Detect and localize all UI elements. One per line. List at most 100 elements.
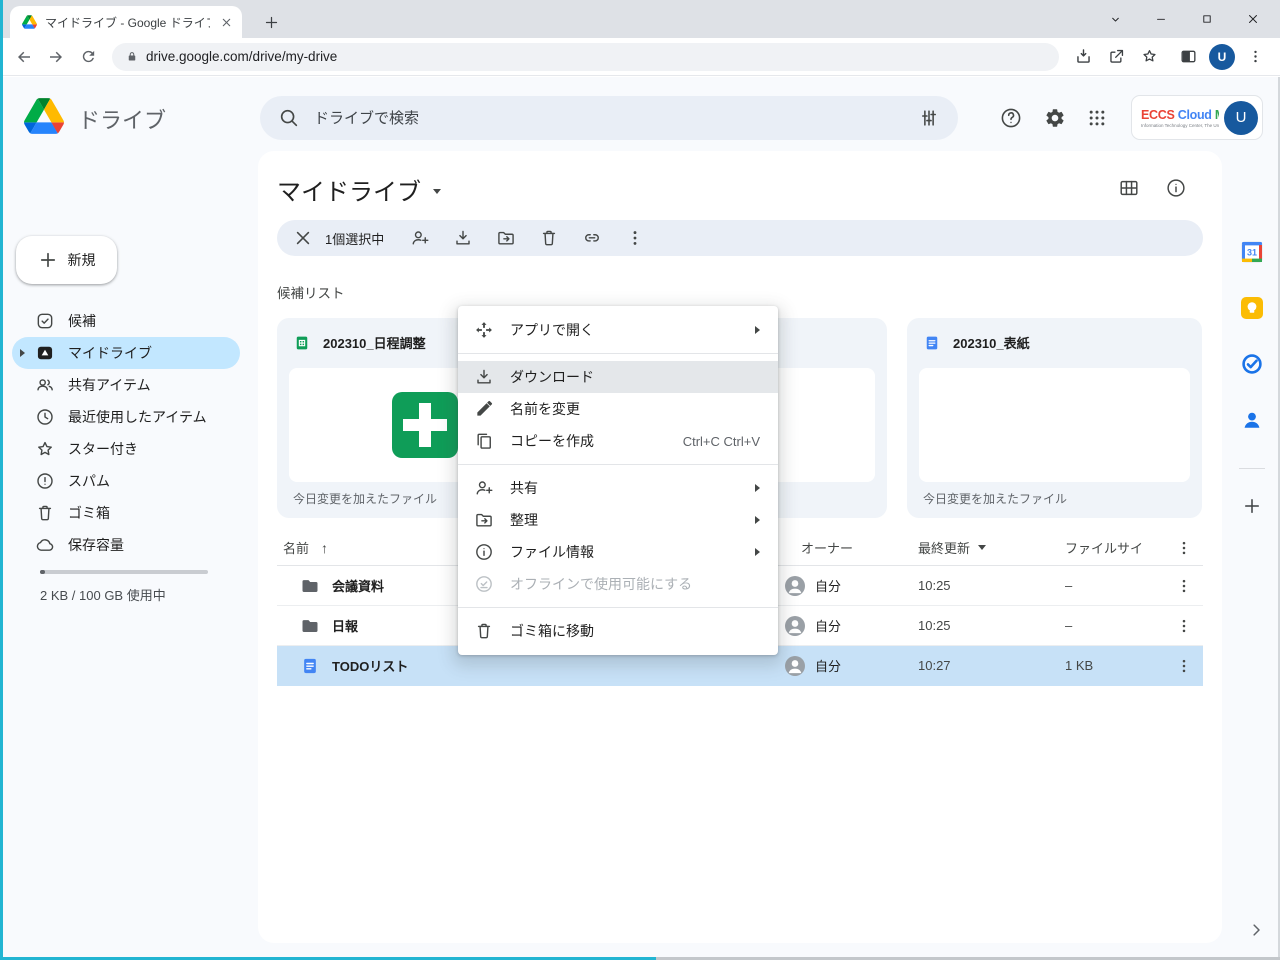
contacts-icon[interactable]: [1240, 408, 1264, 432]
move-to-folder-icon[interactable]: [484, 220, 527, 256]
column-header-owner[interactable]: オーナー: [785, 538, 918, 557]
trash-icon: [474, 621, 494, 641]
save-page-icon[interactable]: [1067, 41, 1100, 73]
grid-view-toggle-icon[interactable]: [1116, 175, 1142, 201]
back-button[interactable]: [8, 41, 40, 73]
menu-item-rename[interactable]: 名前を変更: [458, 393, 778, 425]
search-input[interactable]: [314, 110, 904, 127]
details-info-icon[interactable]: [1163, 175, 1189, 201]
copy-link-icon[interactable]: [570, 220, 613, 256]
account-avatar[interactable]: U: [1224, 101, 1258, 135]
new-tab-button[interactable]: [258, 9, 284, 35]
menu-item-open-with[interactable]: アプリで開く: [458, 314, 778, 346]
sidebar-item-shared[interactable]: 共有アイテム: [12, 369, 240, 401]
menu-item-make-copy[interactable]: コピーを作成 Ctrl+C Ctrl+V: [458, 425, 778, 457]
svg-text:31: 31: [1247, 248, 1257, 258]
sidebar-item-my-drive[interactable]: マイドライブ: [12, 337, 240, 369]
modified-time: 10:25: [918, 618, 1065, 633]
share-icon[interactable]: [1100, 41, 1133, 73]
drive-logo-icon[interactable]: [24, 98, 64, 134]
file-size: 1 KB: [1065, 658, 1165, 673]
reload-button[interactable]: [72, 41, 104, 73]
menu-item-share[interactable]: 共有: [458, 472, 778, 504]
browser-profile-avatar[interactable]: U: [1209, 44, 1235, 70]
spam-icon: [35, 471, 55, 491]
trash-icon: [35, 503, 55, 523]
more-actions-icon[interactable]: [613, 220, 656, 256]
expand-caret-icon[interactable]: [20, 349, 25, 357]
sidebar-item-suggested[interactable]: 候補: [12, 305, 240, 337]
menu-divider: [458, 464, 778, 465]
sidebar-item-starred[interactable]: スター付き: [12, 433, 240, 465]
download-icon[interactable]: [441, 220, 484, 256]
browser-tab-strip: マイドライブ - Google ドライブ: [0, 0, 1280, 38]
window-minimize-icon[interactable]: [1138, 0, 1184, 38]
task-check-icon: [35, 311, 55, 331]
browser-toolbar: drive.google.com/drive/my-drive U: [0, 38, 1280, 76]
account-badge[interactable]: ECCS Cloud Mail Information Technology C…: [1131, 95, 1263, 140]
row-more-icon[interactable]: [1165, 577, 1203, 595]
tab-title: マイドライブ - Google ドライブ: [45, 14, 210, 31]
google-apps-grid-icon[interactable]: [1083, 104, 1111, 132]
open-with-icon: [474, 320, 494, 340]
expand-side-panel-icon[interactable]: [1244, 918, 1268, 942]
menu-item-move-to-trash[interactable]: ゴミ箱に移動: [458, 615, 778, 647]
browser-menu-icon[interactable]: [1239, 41, 1272, 73]
browser-tab[interactable]: マイドライブ - Google ドライブ: [10, 6, 242, 38]
sort-descending-icon: [978, 545, 986, 550]
search-bar[interactable]: [260, 96, 958, 140]
column-header-modified[interactable]: 最終更新: [918, 538, 1065, 557]
sidebar-nav: 候補 マイドライブ 共有アイテム 最近使用したアイテム スター付き: [0, 305, 256, 561]
search-filter-icon[interactable]: [918, 107, 940, 129]
share-person-add-icon[interactable]: [398, 220, 441, 256]
file-size: –: [1065, 578, 1165, 593]
menu-item-file-info[interactable]: ファイル情報: [458, 536, 778, 568]
window-close-icon[interactable]: [1230, 0, 1276, 38]
calendar-icon[interactable]: 31: [1240, 240, 1264, 264]
keep-icon[interactable]: [1240, 296, 1264, 320]
owner-avatar: [785, 656, 805, 676]
info-icon: [474, 542, 494, 562]
rename-pencil-icon: [474, 399, 494, 419]
sidebar-item-spam[interactable]: スパム: [12, 465, 240, 497]
suggestion-card-doc[interactable]: 202310_表紙 今日変更を加えたファイル: [907, 318, 1202, 518]
side-panel-icon[interactable]: [1172, 41, 1205, 73]
tasks-icon[interactable]: [1240, 352, 1264, 376]
drive-favicon-icon: [22, 15, 37, 29]
new-button[interactable]: 新規: [16, 236, 117, 284]
bookmark-star-icon[interactable]: [1133, 41, 1166, 73]
menu-divider: [458, 353, 778, 354]
help-icon[interactable]: [997, 104, 1025, 132]
screen: マイドライブ - Google ドライブ drive.google.com/dr…: [0, 0, 1280, 960]
settings-gear-icon[interactable]: [1041, 104, 1069, 132]
window-chevron-icon[interactable]: [1092, 0, 1138, 38]
address-bar[interactable]: drive.google.com/drive/my-drive: [112, 43, 1059, 71]
window-maximize-icon[interactable]: [1184, 0, 1230, 38]
sheets-file-icon: [293, 334, 311, 352]
card-thumbnail: [919, 368, 1190, 482]
tab-close-icon[interactable]: [218, 14, 234, 30]
file-size: –: [1065, 618, 1165, 633]
suggestions-heading: 候補リスト: [277, 282, 345, 302]
owner-name: 自分: [815, 656, 841, 675]
sidebar-item-storage[interactable]: 保存容量: [12, 529, 240, 561]
owner-name: 自分: [815, 576, 841, 595]
clear-selection-icon[interactable]: [293, 228, 313, 248]
menu-item-organize[interactable]: 整理: [458, 504, 778, 536]
owner-name: 自分: [815, 616, 841, 635]
sidebar-item-recent[interactable]: 最近使用したアイテム: [12, 401, 240, 433]
row-more-icon[interactable]: [1165, 657, 1203, 675]
context-menu: アプリで開く ダウンロード 名前を変更 コピーを作成 Ctrl+C Ctrl+V…: [458, 306, 778, 655]
sidebar-item-trash[interactable]: ゴミ箱: [12, 497, 240, 529]
get-addons-plus-icon[interactable]: [1240, 494, 1264, 518]
menu-item-download[interactable]: ダウンロード: [458, 361, 778, 393]
capture-border-left: [0, 0, 3, 960]
forward-button[interactable]: [40, 41, 72, 73]
trash-icon[interactable]: [527, 220, 570, 256]
column-header-more-icon[interactable]: [1165, 539, 1203, 557]
submenu-arrow-icon: [755, 548, 760, 556]
column-header-size[interactable]: ファイルサイ: [1065, 538, 1165, 557]
row-more-icon[interactable]: [1165, 617, 1203, 635]
selection-toolbar: 1個選択中: [277, 220, 1203, 256]
page-title-dropdown[interactable]: マイドライブ: [277, 173, 441, 205]
